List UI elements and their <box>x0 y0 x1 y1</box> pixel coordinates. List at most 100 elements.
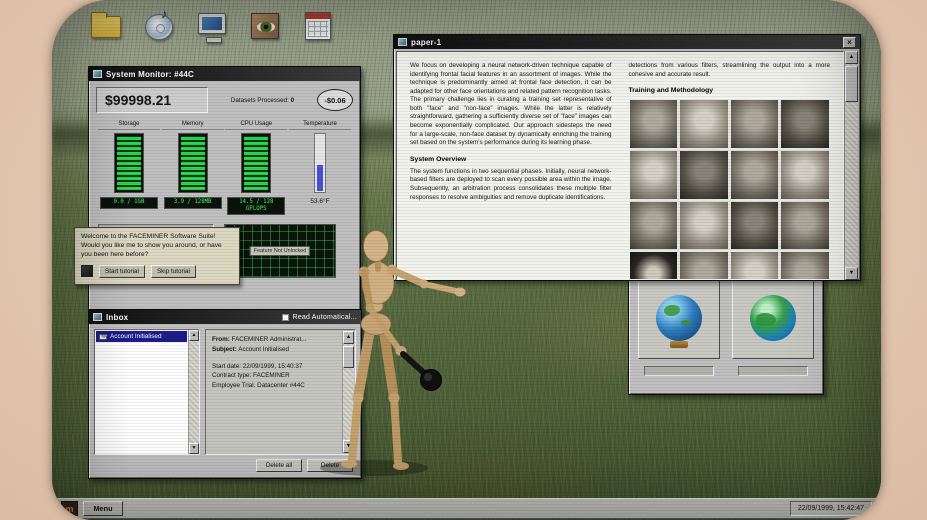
close-icon[interactable]: × <box>843 37 856 48</box>
rate-indicator: -$0.06 <box>317 89 353 111</box>
program-label <box>738 366 808 376</box>
inbox-titlebar[interactable]: Inbox Read Automatical... <box>89 310 361 324</box>
inbox-title: Inbox <box>106 313 128 322</box>
start-tutorial-button[interactable]: Start tutorial <box>99 265 145 278</box>
program-label <box>644 366 714 376</box>
mail-from-line: From: FACEMINER Administrat... <box>212 335 339 345</box>
gauge-label: CPU Usage <box>225 121 287 130</box>
folder-icon[interactable] <box>88 8 124 46</box>
mail-list-item[interactable]: Account Initialised <box>96 331 187 342</box>
eye-photo-icon[interactable] <box>247 8 283 46</box>
memory-gauge: Memory 3.9 / 128MB <box>162 121 224 215</box>
taskbar: m Menu 22/09/1999, 15:42:47 <box>55 498 878 519</box>
paper-scrollbar[interactable]: ▲ ▼ <box>844 51 858 280</box>
paper-paragraph: The system functions in two sequential p… <box>410 168 612 202</box>
gauge-label: Storage <box>98 121 160 130</box>
scroll-track[interactable] <box>845 64 858 267</box>
assistant-avatar <box>81 265 93 277</box>
face-thumbnail <box>680 151 728 199</box>
skip-tutorial-button[interactable]: Skip tutorial <box>151 265 196 278</box>
face-thumbnail <box>781 151 829 199</box>
paper-left-column: We focus on developing a neural network-… <box>410 62 612 273</box>
tutorial-message: Welcome to the FACEMINER Software Suite!… <box>81 233 233 260</box>
face-thumbnail <box>781 252 829 280</box>
scroll-up-icon[interactable]: ▲ <box>343 331 354 344</box>
face-thumbnail <box>731 202 779 250</box>
face-thumbnail <box>630 202 678 250</box>
scroll-track[interactable] <box>343 344 354 440</box>
computer-icon[interactable] <box>194 8 230 46</box>
eye-glyph <box>251 13 279 39</box>
gauge-value: 3.9 / 128MB <box>164 197 222 209</box>
mail-detail-line: Employee Trial. Datacenter #44C <box>212 381 339 391</box>
crt-screen: ♪ System Monitor: #44C $99998.21 Dataset… <box>52 0 881 520</box>
programs-panel <box>628 267 824 395</box>
mail-detail-line: Contract type: FACEMINER <box>212 371 339 381</box>
gauge-value: 0.0 / 1GB <box>100 197 158 209</box>
paper-page: We focus on developing a neural network-… <box>396 51 844 280</box>
temperature-gauge: Temperature 53.6°F <box>289 121 351 215</box>
spreadsheet-glyph <box>305 12 331 40</box>
scroll-down-icon[interactable]: ▼ <box>845 267 858 280</box>
system-monitor-titlebar[interactable]: System Monitor: #44C <box>89 67 360 81</box>
face-thumbnail <box>731 100 779 148</box>
scroll-up-icon[interactable]: ▲ <box>845 51 858 64</box>
feature-locked-label: Feature Not Unlocked <box>250 246 310 256</box>
paper-titlebar[interactable]: paper-1 × <box>394 35 860 49</box>
paper-title: paper-1 <box>411 38 441 47</box>
gauge-value: 53.6°F <box>310 198 329 205</box>
paper-heading: Training and Methodology <box>629 86 831 95</box>
world-globe-icon <box>750 295 796 341</box>
scroll-down-icon[interactable]: ▼ <box>189 443 199 454</box>
memory-bar <box>178 133 208 193</box>
desktop-icons: ♪ <box>88 8 336 46</box>
storage-gauge: Storage 0.0 / 1GB <box>98 121 160 215</box>
face-thumbnail <box>630 100 678 148</box>
mail-detail-scrollbar[interactable]: ▲ ▼ <box>342 331 354 453</box>
taskbar-clock: 22/09/1999, 15:42:47 <box>790 501 872 516</box>
mail-icon <box>93 313 102 321</box>
face-thumbnail <box>731 252 779 280</box>
datasets-label: Datasets Processed: <box>231 97 289 104</box>
mail-item-label: Account Initialised <box>110 333 162 340</box>
scroll-track[interactable] <box>189 341 199 443</box>
tutorial-popup: Welcome to the FACEMINER Software Suite!… <box>74 227 240 285</box>
mail-list-scrollbar[interactable]: ▲ ▼ <box>188 330 199 454</box>
scroll-thumb[interactable] <box>845 66 858 102</box>
system-monitor-icon <box>93 70 102 78</box>
paper-window: paper-1 × We focus on developing a neura… <box>393 34 861 281</box>
gauges: Storage 0.0 / 1GB Memory 3.9 / 128MB CPU… <box>96 121 353 215</box>
read-automatically-label: Read Automatical... <box>293 314 358 321</box>
mail-list: Account Initialised ▲ ▼ <box>94 329 200 455</box>
scroll-thumb[interactable] <box>343 346 354 368</box>
delete-button[interactable]: Delete <box>307 459 353 472</box>
cpu-gauge: CPU Usage 14.5 / 128 GFLOPS <box>225 121 287 215</box>
music-note-glyph: ♪ <box>161 6 168 21</box>
mail-subject-line: Subject: Account Initialised <box>212 345 339 355</box>
spreadsheet-icon[interactable] <box>300 8 336 46</box>
system-monitor-title: System Monitor: #44C <box>106 70 194 79</box>
gauge-label: Temperature <box>289 121 351 130</box>
inbox-window: Inbox Read Automatical... Account Initia… <box>88 309 362 479</box>
music-cd-icon[interactable]: ♪ <box>141 8 177 46</box>
face-thumbnail <box>630 252 678 280</box>
envelope-icon <box>99 334 107 340</box>
thermometer-bar <box>314 133 326 193</box>
cd-glyph <box>145 14 173 40</box>
world-globe-program-button[interactable] <box>732 277 814 359</box>
cpu-bar <box>241 133 271 193</box>
paper-paragraph: detections from various filters, streaml… <box>629 62 831 79</box>
program-item <box>638 277 720 376</box>
menu-button[interactable]: Menu <box>83 501 123 516</box>
monitor-glyph <box>198 13 226 34</box>
gauge-value: 14.5 / 128 GFLOPS <box>227 197 285 215</box>
face-thumbnail <box>630 151 678 199</box>
locked-chart-panel: Feature Not Unlocked <box>224 224 336 278</box>
scroll-down-icon[interactable]: ▼ <box>343 440 354 453</box>
balance-display: $99998.21 <box>96 87 208 113</box>
desk-globe-program-button[interactable] <box>638 277 720 359</box>
read-automatically-checkbox[interactable] <box>282 314 289 321</box>
storage-bar <box>114 133 144 193</box>
scroll-up-icon[interactable]: ▲ <box>189 330 199 341</box>
delete-all-button[interactable]: Delete all <box>256 459 302 472</box>
